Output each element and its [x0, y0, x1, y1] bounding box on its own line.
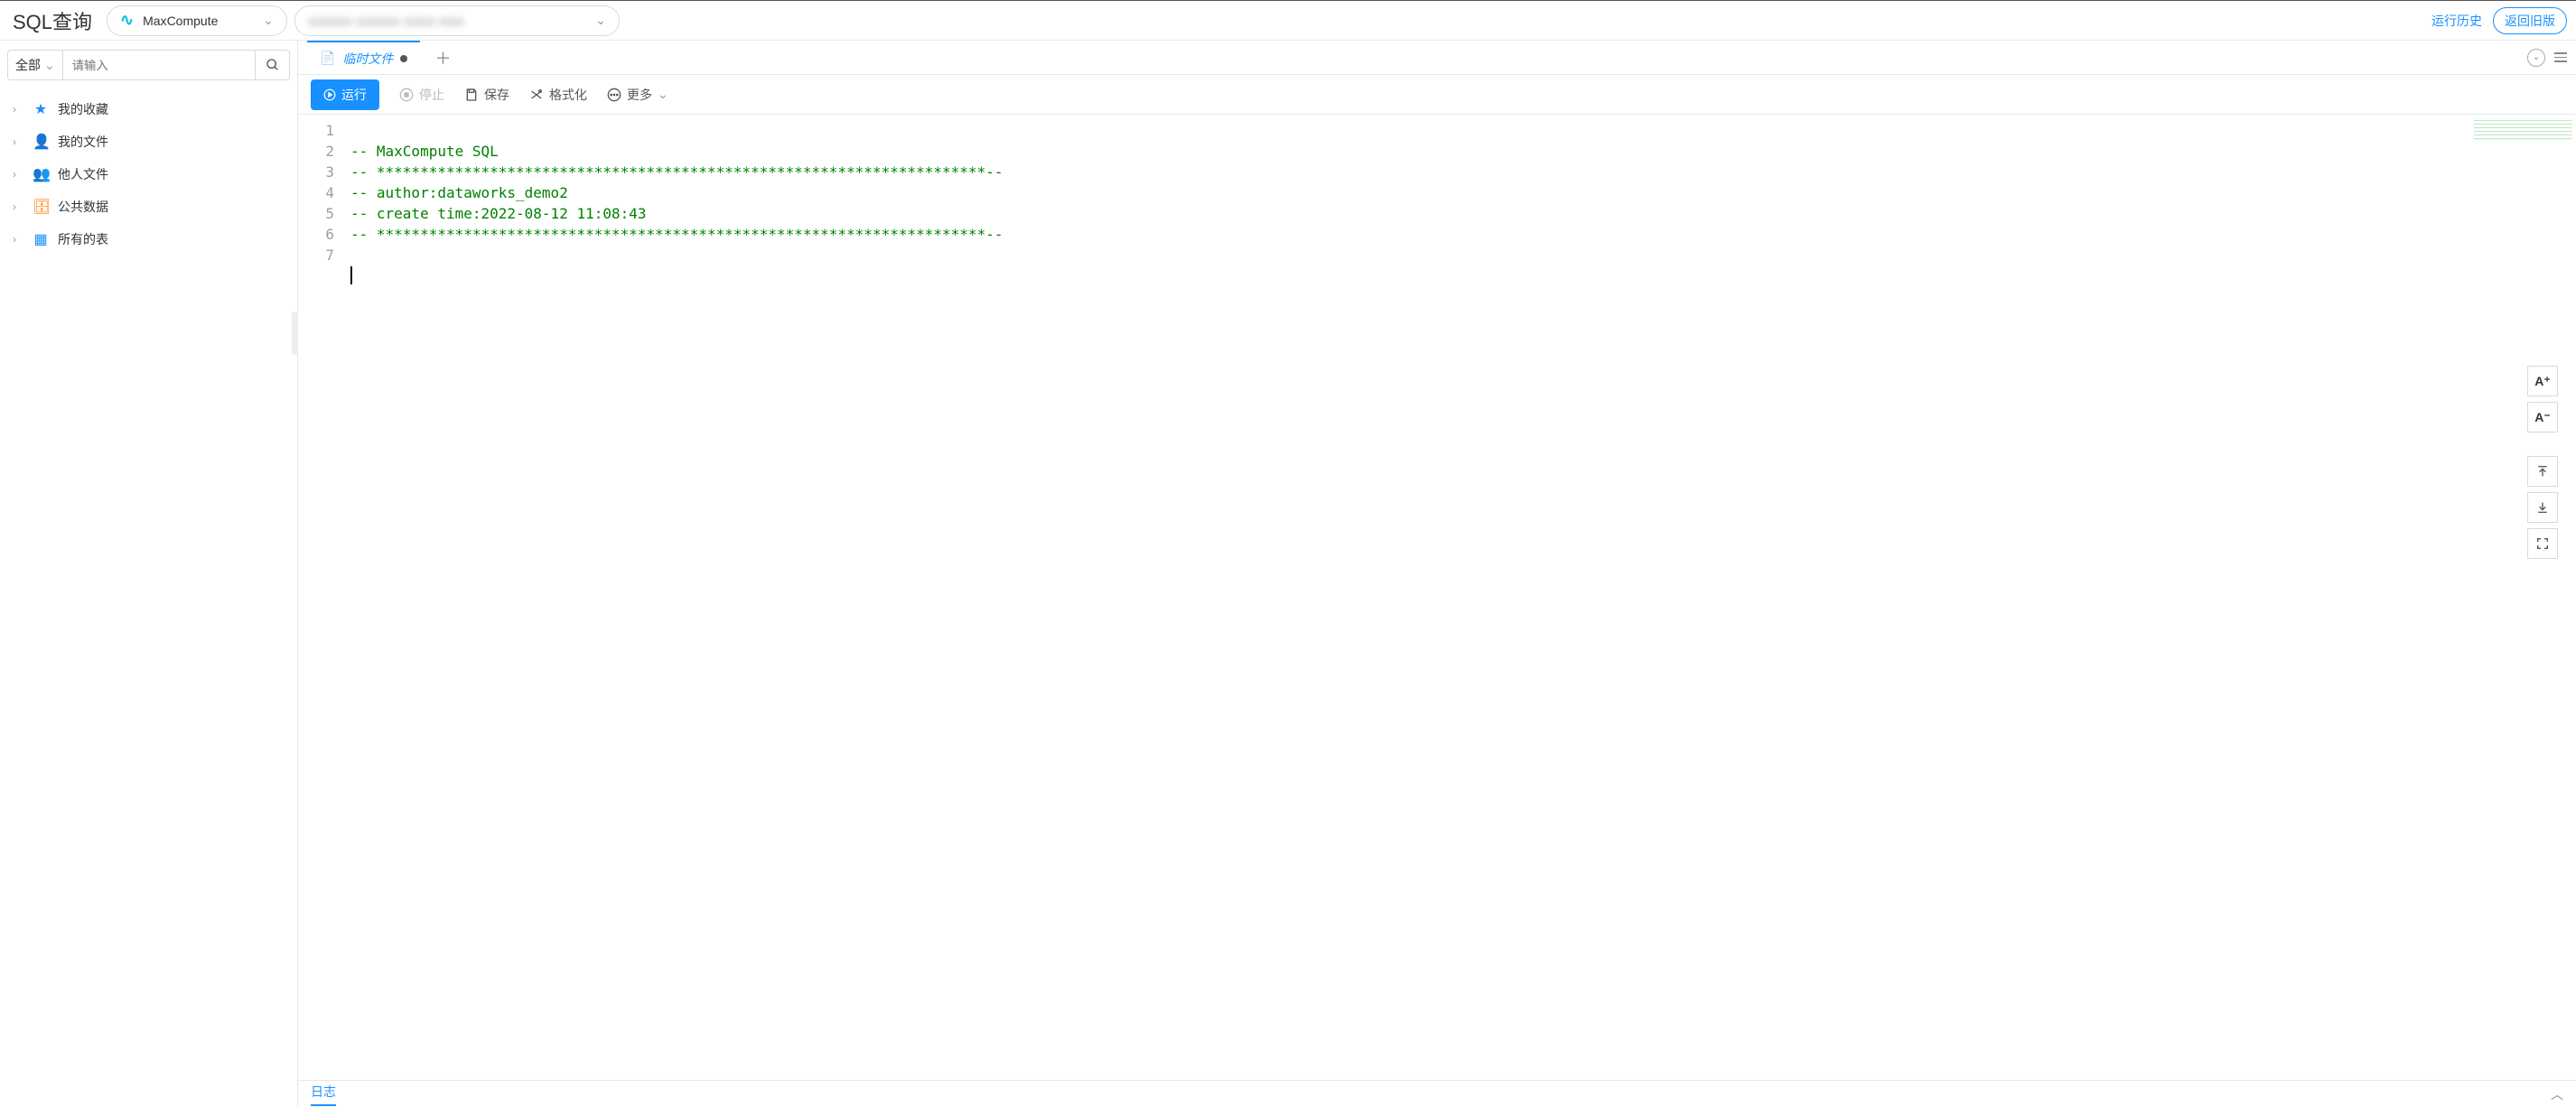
search-icon: [266, 58, 280, 72]
editor-area: 📄 临时文件 ＋ ⌄ 运行 停止 保存: [298, 41, 2576, 1107]
tree-item-all-tables[interactable]: › ▦ 所有的表: [9, 223, 288, 256]
chevron-right-icon: ›: [13, 200, 23, 213]
font-increase-button[interactable]: A⁺: [2527, 366, 2558, 396]
engine-select[interactable]: ∿ MaxCompute ⌄: [107, 5, 287, 36]
more-icon: [607, 88, 621, 102]
tab-bar: 📄 临时文件 ＋ ⌄: [298, 41, 2576, 75]
chevron-right-icon: ›: [13, 103, 23, 116]
stop-icon: [399, 88, 414, 102]
database-icon: 🗄: [33, 198, 49, 216]
maxcompute-icon: ∿: [120, 11, 134, 30]
chevron-down-icon: ⌄: [595, 13, 606, 28]
text-cursor: [350, 266, 352, 284]
chevron-right-icon: ›: [13, 233, 23, 246]
tree-item-my-files[interactable]: › 👤 我的文件: [9, 126, 288, 158]
panel-expand-button[interactable]: ︿: [2551, 1085, 2563, 1103]
new-tab-button[interactable]: ＋: [420, 41, 465, 74]
line-gutter: 1234567: [298, 115, 343, 1080]
grid-icon: ▦: [33, 230, 49, 248]
return-old-button[interactable]: 返回旧版: [2493, 7, 2567, 34]
code-editor[interactable]: 1234567 -- MaxCompute SQL -- ***********…: [298, 115, 2576, 1080]
expand-icon: [2535, 536, 2550, 551]
scroll-bottom-button[interactable]: [2527, 492, 2558, 523]
toolbar: 运行 停止 保存 格式化 更多 ⌄: [298, 75, 2576, 115]
file-icon: 📄: [320, 51, 335, 66]
run-button[interactable]: 运行: [311, 79, 379, 110]
minimap[interactable]: [2473, 118, 2572, 140]
chevron-down-icon: ⌄: [2533, 52, 2540, 62]
more-button[interactable]: 更多 ⌄: [607, 86, 668, 104]
fullscreen-button[interactable]: [2527, 528, 2558, 559]
tab-overflow-button[interactable]: ⌄: [2527, 49, 2545, 67]
code-content[interactable]: -- MaxCompute SQL -- *******************…: [343, 115, 2576, 1080]
app-title: SQL查询: [9, 6, 99, 35]
sidebar: 全部 ⌄ › ★ 我的收藏 › 👤 我的文件 › 👥 他人文件: [0, 41, 298, 1107]
arrow-up-bar-icon: [2535, 464, 2550, 479]
menu-button[interactable]: [2554, 52, 2567, 62]
unsaved-dot-icon: [400, 55, 407, 62]
search-button[interactable]: [256, 50, 290, 80]
save-icon: [464, 88, 479, 102]
users-icon: 👥: [33, 165, 49, 183]
format-button[interactable]: 格式化: [529, 86, 587, 104]
arrow-down-bar-icon: [2535, 500, 2550, 515]
play-icon: [323, 88, 336, 101]
log-tab[interactable]: 日志: [311, 1083, 336, 1106]
search-scope-select[interactable]: 全部 ⌄: [7, 50, 63, 80]
chevron-right-icon: ›: [13, 135, 23, 148]
chevron-down-icon: ⌄: [44, 58, 55, 73]
top-bar: SQL查询 ∿ MaxCompute ⌄ xxxxxxx xxxxxxx xxx…: [0, 0, 2576, 41]
workspace-select[interactable]: xxxxxxx xxxxxxx xxxxx xxxx ⌄: [294, 5, 620, 36]
user-icon: 👤: [33, 133, 49, 151]
chevron-down-icon: ⌄: [658, 87, 668, 102]
format-icon: [529, 88, 544, 102]
tree: › ★ 我的收藏 › 👤 我的文件 › 👥 他人文件 › 🗄 公共数据 ›: [0, 89, 297, 259]
save-button[interactable]: 保存: [464, 86, 509, 104]
tree-item-favorites[interactable]: › ★ 我的收藏: [9, 93, 288, 126]
tab-temp-file[interactable]: 📄 临时文件: [307, 41, 420, 74]
engine-name: MaxCompute: [143, 14, 218, 28]
tree-item-others-files[interactable]: › 👥 他人文件: [9, 158, 288, 191]
chevron-right-icon: ›: [13, 168, 23, 181]
tree-item-public-data[interactable]: › 🗄 公共数据: [9, 191, 288, 223]
bottom-panel: 日志 ︿: [298, 1080, 2576, 1107]
star-icon: ★: [33, 100, 49, 118]
editor-side-tools: A⁺ A⁻: [2527, 366, 2558, 559]
font-decrease-button[interactable]: A⁻: [2527, 402, 2558, 433]
scroll-top-button[interactable]: [2527, 456, 2558, 487]
workspace-name: xxxxxxx xxxxxxx xxxxx xxxx: [308, 14, 464, 28]
search-input[interactable]: [63, 50, 256, 80]
chevron-down-icon: ⌄: [263, 13, 274, 28]
stop-button: 停止: [399, 86, 444, 104]
run-history-link[interactable]: 运行历史: [2431, 12, 2482, 30]
